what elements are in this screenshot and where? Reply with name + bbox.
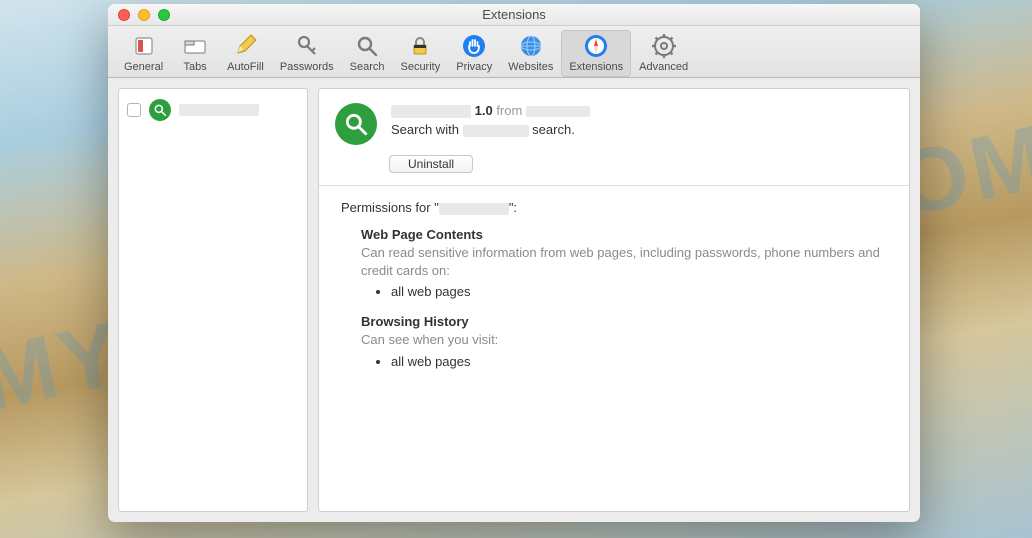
globe-icon xyxy=(517,32,545,60)
uninstall-button[interactable]: Uninstall xyxy=(389,155,473,173)
title-bar: Extensions xyxy=(108,4,920,26)
content-area: 1.0 from Search with search. Uninstall xyxy=(108,78,920,522)
pencil-icon xyxy=(231,32,259,60)
compass-icon xyxy=(582,32,610,60)
permission-section-desc: Can see when you visit: xyxy=(361,331,887,349)
extensions-list xyxy=(118,88,308,512)
toolbar-item-label: Advanced xyxy=(639,61,688,73)
lock-icon xyxy=(406,32,434,60)
gear-icon xyxy=(650,32,678,60)
permission-section-desc: Can read sensitive information from web … xyxy=(361,244,887,279)
toolbar-item-general[interactable]: General xyxy=(116,30,171,77)
toolbar-item-label: Passwords xyxy=(280,61,334,73)
toolbar-item-label: Tabs xyxy=(184,61,207,73)
detail-header: 1.0 from Search with search. xyxy=(319,89,909,155)
toolbar-item-label: Websites xyxy=(508,61,553,73)
window-title: Extensions xyxy=(108,7,920,22)
toolbar-item-websites[interactable]: Websites xyxy=(500,30,561,77)
vendor-redacted xyxy=(526,106,590,117)
permission-section-title: Web Page Contents xyxy=(361,227,887,242)
desc-name-redacted xyxy=(463,125,529,137)
toolbar-item-label: Search xyxy=(350,61,385,73)
toolbar-item-tabs[interactable]: Tabs xyxy=(171,30,219,77)
permission-item: all web pages xyxy=(391,353,887,370)
extension-enable-checkbox[interactable] xyxy=(127,103,141,117)
toolbar-item-autofill[interactable]: AutoFill xyxy=(219,30,272,77)
magnifier-icon xyxy=(149,99,171,121)
permissions-block: Permissions for "": Web Page Contents Can… xyxy=(319,186,909,398)
extension-name-redacted xyxy=(391,105,471,118)
toolbar-item-label: Privacy xyxy=(456,61,492,73)
extension-detail: 1.0 from Search with search. Uninstall xyxy=(318,88,910,512)
preferences-toolbar: General Tabs AutoFill Passwords Search Securi… xyxy=(108,26,920,78)
magnifier-icon xyxy=(335,103,377,145)
toolbar-item-label: AutoFill xyxy=(227,61,264,73)
extension-name-redacted xyxy=(179,104,259,116)
toolbar-item-label: General xyxy=(124,61,163,73)
extension-version: 1.0 xyxy=(475,103,493,118)
toolbar-item-extensions[interactable]: Extensions xyxy=(561,30,631,77)
permission-section: Browsing History Can see when you visit: a… xyxy=(361,314,887,370)
switch-icon xyxy=(130,32,158,60)
hand-icon xyxy=(460,32,488,60)
toolbar-item-privacy[interactable]: Privacy xyxy=(448,30,500,77)
toolbar-item-search[interactable]: Search xyxy=(342,30,393,77)
permission-item: all web pages xyxy=(391,283,887,300)
toolbar-item-advanced[interactable]: Advanced xyxy=(631,30,696,77)
permission-section-title: Browsing History xyxy=(361,314,887,329)
toolbar-item-security[interactable]: Security xyxy=(392,30,448,77)
preferences-window: Extensions General Tabs AutoFill Passwords S… xyxy=(108,4,920,522)
tabs-icon xyxy=(181,32,209,60)
toolbar-item-label: Extensions xyxy=(569,61,623,73)
permissions-title: Permissions for "": xyxy=(341,200,887,215)
perm-name-redacted xyxy=(439,203,509,215)
permission-section: Web Page Contents Can read sensitive info… xyxy=(361,227,887,300)
key-icon xyxy=(293,32,321,60)
toolbar-item-label: Security xyxy=(400,61,440,73)
toolbar-item-passwords[interactable]: Passwords xyxy=(272,30,342,77)
search-icon xyxy=(353,32,381,60)
from-label: from xyxy=(496,103,522,118)
detail-description: Search with search. xyxy=(391,122,590,137)
detail-title-line: 1.0 from xyxy=(391,103,590,118)
extension-row[interactable] xyxy=(125,95,301,125)
